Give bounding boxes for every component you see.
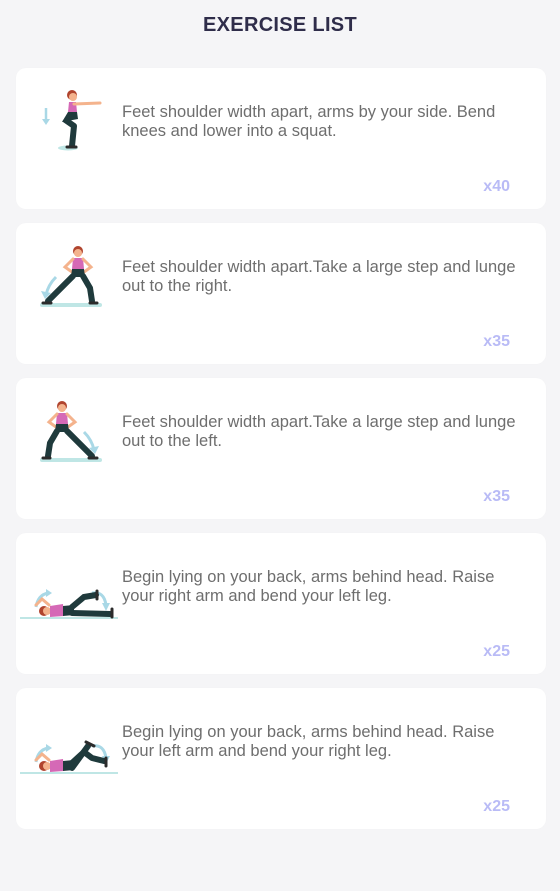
exercise-description: Feet shoulder width apart, arms by your … [122, 103, 496, 140]
exercise-card-lying-crunch-left[interactable]: Begin lying on your back, arms behind he… [16, 688, 546, 829]
squat-figure-icon [42, 90, 102, 151]
page-title: EXERCISE LIST [203, 14, 357, 36]
exercise-reps: x25 [483, 798, 510, 815]
exercise-reps: x35 [483, 488, 510, 505]
side-lunge-right-figure-icon [40, 246, 102, 307]
exercise-reps: x25 [483, 643, 510, 660]
exercise-description: Begin lying on your back, arms behind he… [122, 568, 495, 605]
exercise-reps: x35 [483, 333, 510, 350]
lying-crunch-right-figure-icon [20, 589, 118, 619]
exercise-card-side-lunge-right[interactable]: Feet shoulder width apart.Take a large s… [16, 223, 546, 364]
exercise-card-lying-crunch-right[interactable]: Begin lying on your back, arms behind he… [16, 533, 546, 674]
exercise-description: Feet shoulder width apart.Take a large s… [122, 413, 516, 450]
exercise-list: Feet shoulder width apart, arms by your … [16, 68, 546, 843]
exercise-card-side-lunge-left[interactable]: Feet shoulder width apart.Take a large s… [16, 378, 546, 519]
exercise-reps: x40 [483, 178, 510, 195]
exercise-description: Feet shoulder width apart.Take a large s… [122, 258, 516, 295]
exercise-description: Begin lying on your back, arms behind he… [122, 723, 495, 760]
lying-crunch-left-figure-icon [20, 740, 118, 774]
side-lunge-left-figure-icon [40, 401, 102, 462]
exercise-card-squat[interactable]: Feet shoulder width apart, arms by your … [16, 68, 546, 209]
